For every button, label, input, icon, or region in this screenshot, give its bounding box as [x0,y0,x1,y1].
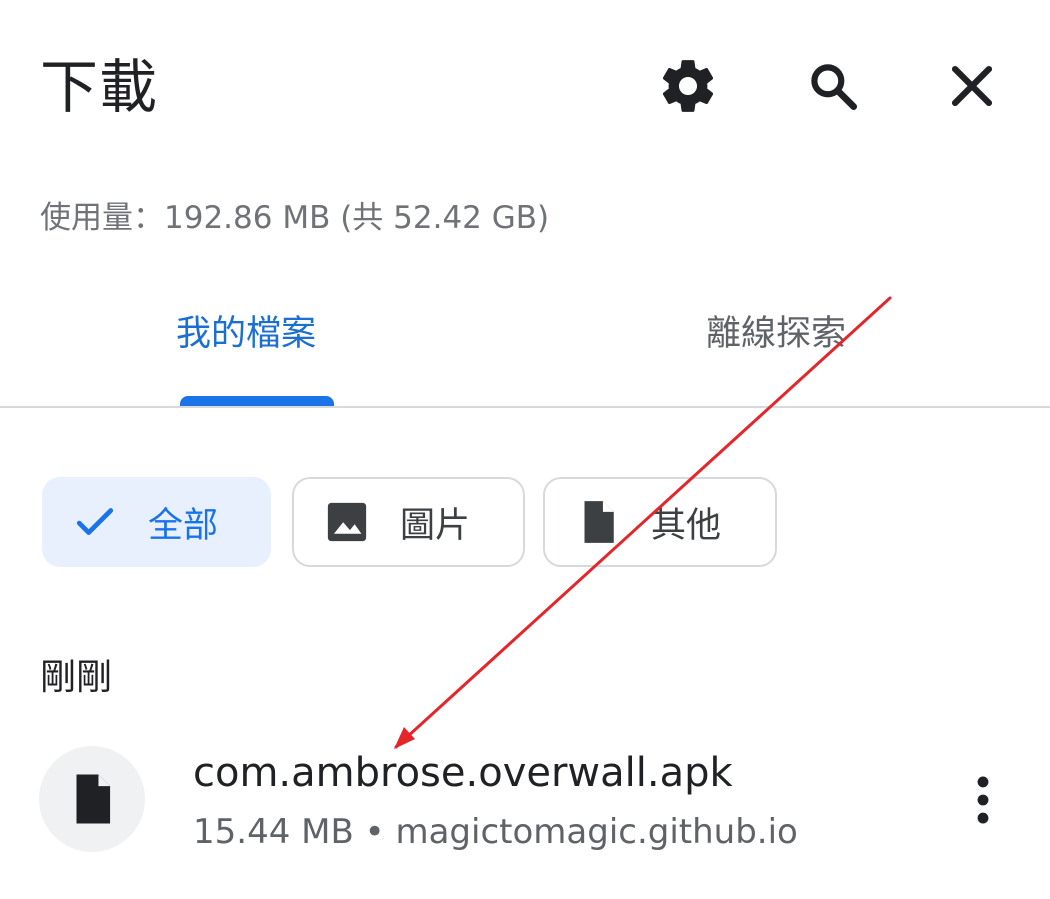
image-icon [320,495,374,549]
file-details: 15.44 MB • magictomagic.github.io [193,812,798,852]
downloads-screen: 下載 使用量：192.86 MB (共 52.42 GB) 我的檔案 離線探索 … [0,0,1050,899]
selected-tab-indicator [180,396,334,406]
file-avatar [39,746,145,852]
storage-usage: 使用量：192.86 MB (共 52.42 GB) [40,200,550,236]
document-icon [76,774,111,824]
gear-icon [662,60,714,112]
filter-others-chip[interactable]: 其他 [543,477,777,567]
more-vertical-icon [977,776,989,824]
filter-all-chip[interactable]: 全部 [42,477,271,567]
more-options-button[interactable] [948,764,1018,836]
download-tabs: 我的檔案 離線探索 [0,296,1050,408]
file-name[interactable]: com.ambrose.overwall.apk [193,745,733,801]
recent-section-title: 剛剛 [40,657,113,698]
filter-others-label: 其他 [651,505,722,546]
document-icon [571,495,625,549]
close-button[interactable] [932,46,1012,126]
close-icon [951,65,993,107]
tab-offline-discovery[interactable]: 離線探索 [706,310,846,358]
download-list-item[interactable]: com.ambrose.overwall.apk 15.44 MB • magi… [0,742,1050,866]
filter-all-label: 全部 [148,505,219,546]
filter-images-chip[interactable]: 圖片 [292,477,525,567]
page-title: 下載 [40,53,159,121]
settings-button[interactable] [648,46,728,126]
search-button[interactable] [793,46,873,126]
filter-images-label: 圖片 [400,505,471,546]
tab-my-files[interactable]: 我的檔案 [176,310,316,358]
search-icon [811,64,858,111]
checkmark-icon [68,495,122,549]
